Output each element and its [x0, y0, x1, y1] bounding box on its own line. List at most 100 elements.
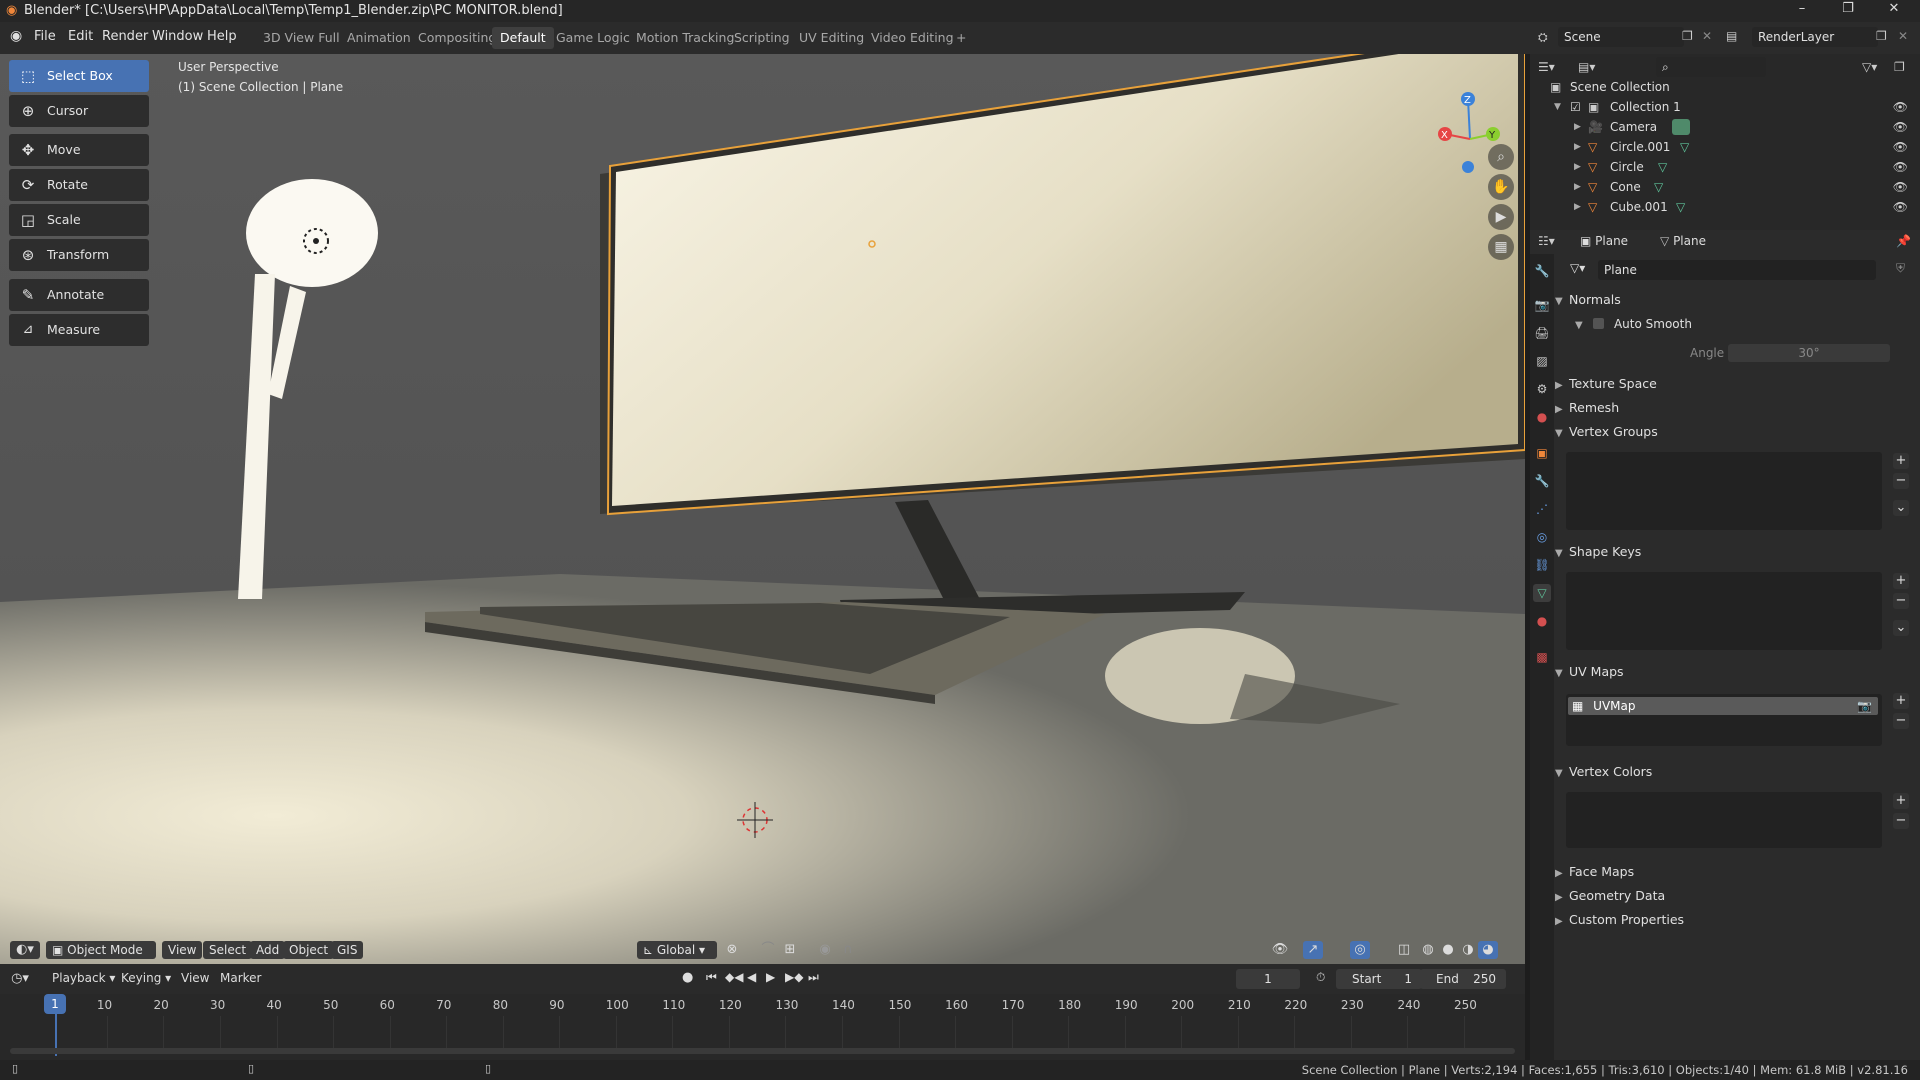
angle-field[interactable]: 30° — [1728, 344, 1890, 362]
checkbox-icon[interactable]: ☑ — [1570, 97, 1581, 117]
particles-tab-icon[interactable]: ⋰ — [1533, 500, 1551, 518]
add-vertex-color-button[interactable]: + — [1893, 793, 1909, 809]
eye-icon[interactable]: 👁 — [1893, 157, 1908, 177]
panel-geometry-data[interactable]: ▶ Geometry Data — [1555, 886, 1665, 906]
add-shape-key-button[interactable]: + — [1893, 573, 1909, 589]
menu-help[interactable]: Help — [207, 29, 237, 44]
ortho-grid-icon[interactable]: ▦ — [1488, 234, 1514, 260]
tab-uv-editing[interactable]: UV Editing — [791, 27, 872, 49]
pin-icon[interactable]: 📌 — [1896, 234, 1911, 248]
tool-select-box[interactable]: ⬚ Select Box — [9, 60, 149, 92]
jump-start-icon[interactable]: ⏮ — [706, 970, 717, 985]
add-vertex-group-button[interactable]: + — [1893, 453, 1909, 469]
pivot-icon[interactable]: ⊗ — [722, 941, 742, 959]
physics-tab-icon[interactable]: ◎ — [1533, 528, 1551, 546]
camera-data-icon[interactable] — [1672, 119, 1690, 135]
snap-icon[interactable]: ⌒ — [758, 941, 778, 959]
xray-icon[interactable]: ◫ — [1394, 941, 1414, 959]
eye-icon[interactable]: 👁 — [1893, 177, 1908, 197]
gizmo-toggle-icon[interactable]: ↗ — [1303, 941, 1323, 959]
panel-vertex-colors[interactable]: ▼ Vertex Colors — [1555, 762, 1652, 782]
blender-menu-icon[interactable]: ◉ — [10, 28, 22, 44]
play-reverse-icon[interactable]: ◀ — [747, 970, 756, 984]
jump-end-icon[interactable]: ⏭ — [808, 970, 819, 985]
stopwatch-icon[interactable]: ⏱ — [1316, 970, 1325, 985]
vertex-groups-list[interactable] — [1566, 452, 1882, 530]
add-menu[interactable]: Add — [250, 941, 286, 959]
object-breadcrumb[interactable]: ▣ Plane — [1580, 234, 1628, 248]
expand-arrow-icon[interactable]: ▶ — [1574, 157, 1581, 177]
close-button[interactable]: ✕ — [1874, 1, 1914, 21]
scene-icon[interactable]: ⛭ — [1538, 30, 1548, 45]
menu-file[interactable]: File — [34, 29, 56, 44]
new-render-layer-icon[interactable]: ❐ — [1876, 29, 1887, 43]
record-icon[interactable]: ● — [682, 970, 693, 985]
uv-map-item[interactable]: ▦ UVMap 📷 — [1568, 697, 1878, 715]
outliner-row-scene-collection[interactable]: ▣ Scene Collection — [1530, 77, 1920, 97]
outliner-row-cube-001[interactable]: ▶ ▽ Cube.001 ▽ 👁 — [1530, 197, 1920, 217]
object-tab-icon[interactable]: ▣ — [1533, 444, 1551, 462]
mesh-data-icon[interactable]: ▽ — [1680, 137, 1689, 157]
eye-icon[interactable]: 👁 — [1893, 117, 1908, 137]
timeline-scrollbar[interactable] — [10, 1048, 1515, 1054]
timeline-view-menu[interactable]: View — [181, 971, 209, 985]
panel-vertex-groups[interactable]: ▼ Vertex Groups — [1555, 422, 1658, 442]
marker-menu[interactable]: Marker — [220, 971, 261, 985]
tab-game-logic[interactable]: Game Logic — [548, 27, 638, 49]
auto-smooth-checkbox[interactable] — [1592, 318, 1604, 329]
menu-window[interactable]: Window — [152, 29, 203, 44]
falloff-icon[interactable]: ∩ — [838, 941, 858, 959]
outliner-row-camera[interactable]: ▶ 🎥 Camera 👁 — [1530, 117, 1920, 137]
modifier-tab-icon[interactable]: 🔧 — [1533, 472, 1551, 490]
visibility-icon[interactable]: 👁 — [1270, 941, 1290, 959]
zoom-icon[interactable]: ⌕ — [1488, 144, 1514, 170]
render-layer-field[interactable]: RenderLayer — [1752, 27, 1878, 47]
tool-settings-tab-icon[interactable]: 🔧 — [1533, 262, 1551, 280]
mesh-breadcrumb[interactable]: ▽ Plane — [1660, 234, 1706, 248]
render-layer-icon[interactable]: ▤ — [1726, 29, 1737, 43]
scene-field[interactable]: Scene — [1558, 27, 1684, 47]
object-menu[interactable]: Object — [283, 941, 335, 959]
minimize-button[interactable]: – — [1782, 1, 1822, 21]
editor-type-icon[interactable]: ◐▾ — [10, 941, 40, 959]
gis-menu[interactable]: GIS — [331, 941, 364, 959]
wireframe-shading-icon[interactable]: ◍ — [1418, 941, 1438, 959]
tab-3d-view-full[interactable]: 3D View Full — [255, 27, 348, 49]
panel-texture-space[interactable]: ▶ Texture Space — [1555, 374, 1657, 394]
shape-key-menu-button[interactable]: ⌄ — [1893, 620, 1909, 636]
proportional-edit-icon[interactable]: ◉ — [815, 941, 835, 959]
properties-editor-icon[interactable]: ☷▾ — [1538, 234, 1555, 248]
scene-tab-icon[interactable]: ⚙ — [1533, 380, 1551, 398]
tab-animation[interactable]: Animation — [339, 27, 419, 49]
material-shading-icon[interactable]: ◑ — [1458, 941, 1478, 959]
vertex-group-menu-button[interactable]: ⌄ — [1893, 500, 1909, 516]
tab-video-editing[interactable]: Video Editing — [863, 27, 962, 49]
filter-icon[interactable]: ▽▾ — [1862, 60, 1877, 74]
select-menu[interactable]: Select — [203, 941, 253, 959]
3d-viewport[interactable]: Z X Y User Perspective (1) Scene Collect… — [0, 54, 1525, 964]
mesh-name-field[interactable]: Plane — [1598, 260, 1876, 280]
menu-edit[interactable]: Edit — [68, 29, 93, 44]
view-layer-tab-icon[interactable]: ▨ — [1533, 352, 1551, 370]
prev-keyframe-icon[interactable]: ◆◀ — [725, 970, 743, 984]
tool-transform[interactable]: ⊛ Transform — [9, 239, 149, 271]
constraints-tab-icon[interactable]: ⛓ — [1533, 556, 1551, 574]
timeline-editor-icon[interactable]: ◷▾ — [10, 970, 30, 988]
vertex-colors-list[interactable] — [1566, 792, 1882, 848]
solid-shading-icon[interactable]: ● — [1438, 941, 1458, 959]
tab-compositing[interactable]: Compositing — [410, 27, 504, 49]
mesh-datablock-icon[interactable]: ▽▾ — [1570, 261, 1585, 275]
outliner-row-circle-001[interactable]: ▶ ▽ Circle.001 ▽ 👁 — [1530, 137, 1920, 157]
tool-rotate[interactable]: ⟳ Rotate — [9, 169, 149, 201]
mesh-data-icon[interactable]: ▽ — [1654, 177, 1663, 197]
output-tab-icon[interactable]: 🖨 — [1533, 324, 1551, 342]
render-tab-icon[interactable]: 📷 — [1533, 296, 1551, 314]
object-mode-dropdown[interactable]: ▣ Object Mode ▾ — [46, 941, 156, 975]
pan-hand-icon[interactable]: ✋ — [1488, 174, 1514, 200]
outliner-editor-icon[interactable]: ☰▾ — [1538, 60, 1555, 74]
play-icon[interactable]: ▶ — [766, 970, 775, 984]
remove-vertex-color-button[interactable]: − — [1893, 813, 1909, 829]
display-mode-icon[interactable]: ▤▾ — [1578, 60, 1595, 74]
material-tab-icon[interactable]: ● — [1533, 612, 1551, 630]
add-workspace-button[interactable]: + — [948, 27, 974, 49]
